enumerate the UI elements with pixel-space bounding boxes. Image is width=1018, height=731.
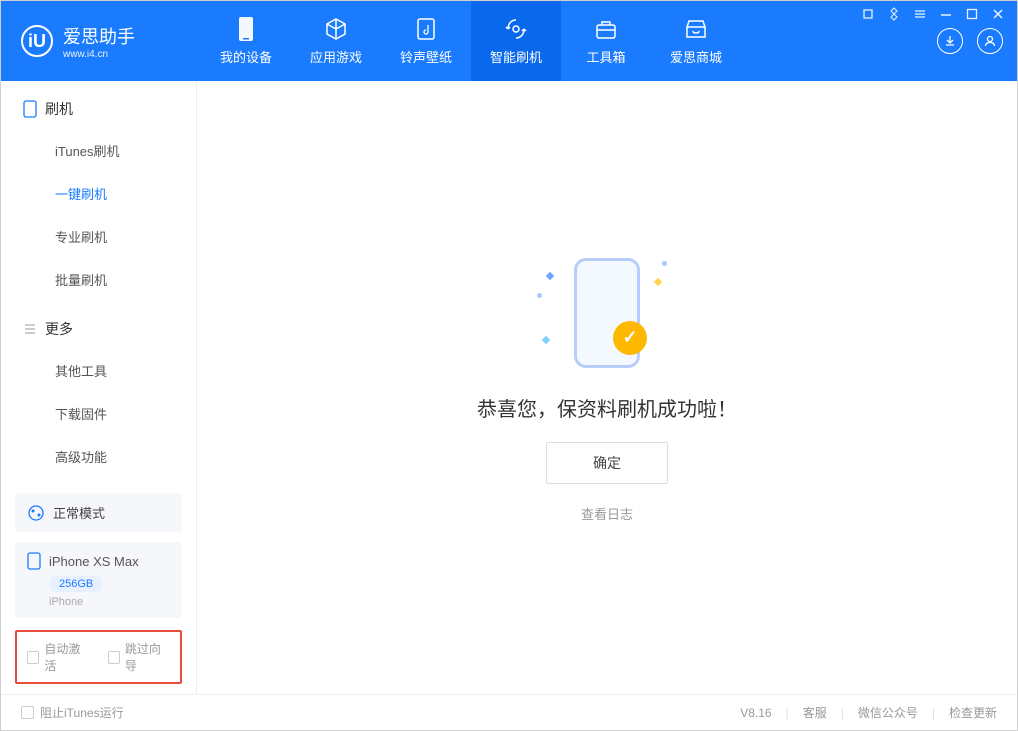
tab-store[interactable]: 爱思商城 <box>651 1 741 81</box>
cube-icon <box>324 17 348 41</box>
minimize-icon[interactable] <box>938 6 954 22</box>
music-file-icon <box>414 17 438 41</box>
footer-link-update[interactable]: 检查更新 <box>949 704 997 721</box>
list-icon <box>23 322 37 336</box>
tab-label: 铃声壁纸 <box>400 47 452 66</box>
footer: 阻止iTunes运行 V8.16 | 客服 | 微信公众号 | 检查更新 <box>1 694 1017 730</box>
tab-label: 应用游戏 <box>310 47 362 66</box>
version-label: V8.16 <box>740 706 771 720</box>
window-controls <box>860 6 1006 22</box>
checkbox-auto-activate[interactable]: 自动激活 <box>27 640 90 674</box>
nav-tabs: 我的设备 应用游戏 铃声壁纸 智能刷机 工具箱 爱思商城 <box>201 1 741 81</box>
mode-card[interactable]: 正常模式 <box>15 493 182 532</box>
footer-right: V8.16 | 客服 | 微信公众号 | 检查更新 <box>740 704 997 721</box>
tab-label: 工具箱 <box>586 47 625 66</box>
app-name: 爱思助手 <box>63 23 135 49</box>
app-url: www.i4.cn <box>63 49 135 60</box>
block-itunes-checkbox[interactable]: 阻止iTunes运行 <box>21 704 124 721</box>
tab-apps-games[interactable]: 应用游戏 <box>291 1 381 81</box>
checkbox-label: 自动激活 <box>44 640 89 674</box>
device-type: iPhone <box>49 596 170 608</box>
checkbox-bar: 自动激活 跳过向导 <box>15 630 182 684</box>
checkbox-icon <box>108 651 120 664</box>
tab-ringtones-wallpapers[interactable]: 铃声壁纸 <box>381 1 471 81</box>
checkbox-skip-guide[interactable]: 跳过向导 <box>108 640 171 674</box>
theme-icon[interactable] <box>886 6 902 22</box>
tab-label: 智能刷机 <box>490 47 542 66</box>
ok-button[interactable]: 确定 <box>546 442 668 484</box>
maximize-icon[interactable] <box>964 6 980 22</box>
sidebar-bottom: 正常模式 iPhone XS Max 256GB iPhone 自动激活 跳过向… <box>1 483 196 694</box>
toolbox-icon <box>594 17 618 41</box>
sidebar-item-itunes-flash[interactable]: iTunes刷机 <box>1 129 196 172</box>
sidebar-item-pro-flash[interactable]: 专业刷机 <box>1 215 196 258</box>
sidebar-item-download-firmware[interactable]: 下载固件 <box>1 392 196 435</box>
device-name-row: iPhone XS Max <box>27 552 170 570</box>
sidebar-item-batch-flash[interactable]: 批量刷机 <box>1 258 196 301</box>
tab-label: 我的设备 <box>220 47 272 66</box>
section-title: 刷机 <box>45 99 73 119</box>
checkbox-icon <box>27 651 39 664</box>
sidebar-item-other-tools[interactable]: 其他工具 <box>1 349 196 392</box>
view-log-link[interactable]: 查看日志 <box>581 504 633 523</box>
store-icon <box>684 17 708 41</box>
logo-icon: iU <box>21 25 53 57</box>
main-content: ✓ 恭喜您，保资料刷机成功啦！ 确定 查看日志 <box>197 81 1017 694</box>
device-icon <box>27 552 41 570</box>
header-right <box>937 28 1017 54</box>
checkbox-icon <box>21 706 34 719</box>
section-title: 更多 <box>45 319 73 339</box>
device-name: iPhone XS Max <box>49 554 139 569</box>
mode-label: 正常模式 <box>53 503 105 522</box>
footer-link-support[interactable]: 客服 <box>803 704 827 721</box>
check-badge-icon: ✓ <box>613 321 647 355</box>
refresh-shield-icon <box>504 17 528 41</box>
sidebar-section-flash: 刷机 <box>1 81 196 129</box>
sidebar-item-advanced[interactable]: 高级功能 <box>1 435 196 478</box>
sidebar-section-more: 更多 <box>1 301 196 349</box>
user-icon[interactable] <box>977 28 1003 54</box>
sidebar-item-oneclick-flash[interactable]: 一键刷机 <box>1 172 196 215</box>
success-illustration: ✓ <box>517 253 697 373</box>
body-area: 刷机 iTunes刷机 一键刷机 专业刷机 批量刷机 更多 其他工具 下载固件 … <box>1 81 1017 694</box>
tab-smart-flash[interactable]: 智能刷机 <box>471 1 561 81</box>
menu-icon[interactable] <box>912 6 928 22</box>
footer-link-wechat[interactable]: 微信公众号 <box>858 704 918 721</box>
logo-area: iU 爱思助手 www.i4.cn <box>1 23 201 60</box>
phone-icon <box>23 100 37 118</box>
mode-icon <box>27 504 45 522</box>
expand-icon[interactable] <box>860 6 876 22</box>
device-icon <box>234 17 258 41</box>
device-card[interactable]: iPhone XS Max 256GB iPhone <box>15 542 182 618</box>
success-title: 恭喜您，保资料刷机成功啦！ <box>477 393 737 422</box>
device-storage: 256GB <box>49 576 103 592</box>
checkbox-label: 跳过向导 <box>125 640 170 674</box>
download-icon[interactable] <box>937 28 963 54</box>
sidebar: 刷机 iTunes刷机 一键刷机 专业刷机 批量刷机 更多 其他工具 下载固件 … <box>1 81 197 694</box>
tab-my-device[interactable]: 我的设备 <box>201 1 291 81</box>
app-header: iU 爱思助手 www.i4.cn 我的设备 应用游戏 铃声壁纸 智能刷机 工具… <box>1 1 1017 81</box>
close-icon[interactable] <box>990 6 1006 22</box>
tab-toolbox[interactable]: 工具箱 <box>561 1 651 81</box>
tab-label: 爱思商城 <box>670 47 722 66</box>
checkbox-label: 阻止iTunes运行 <box>40 704 124 721</box>
